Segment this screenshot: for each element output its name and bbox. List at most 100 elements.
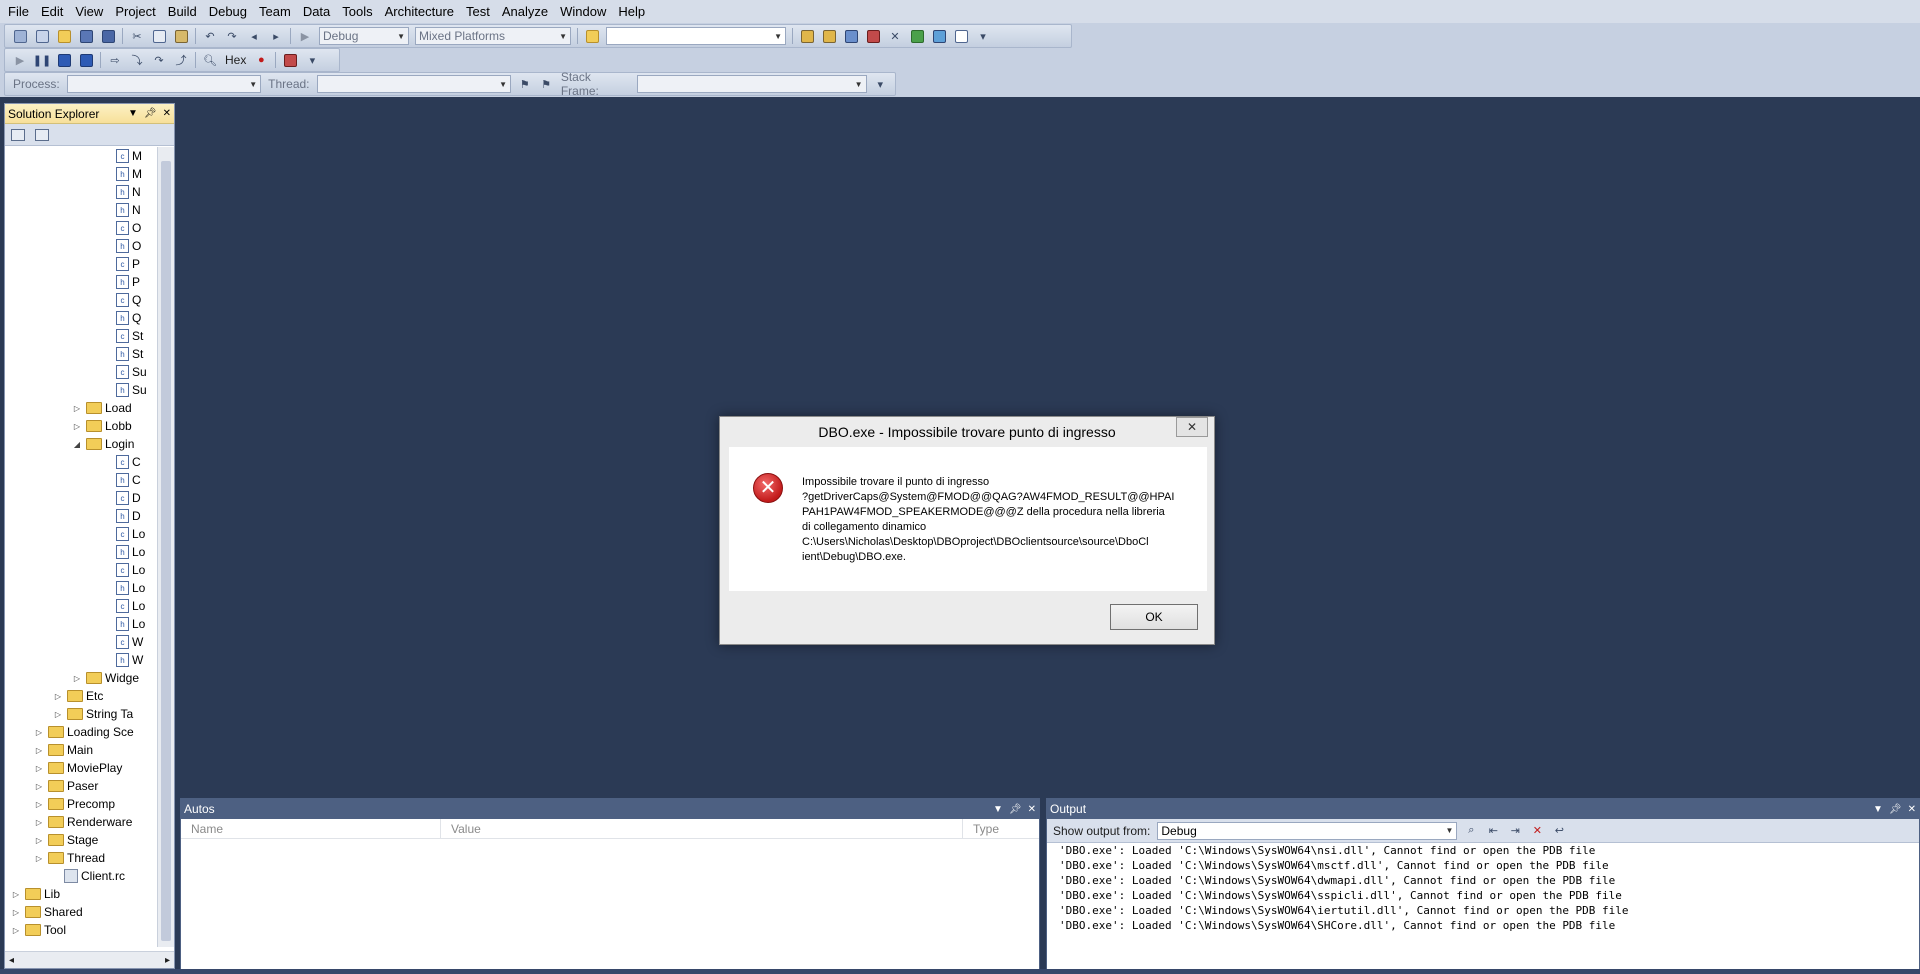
expand-arrow-icon[interactable]: ▷ bbox=[34, 782, 44, 791]
dialog-close-button[interactable]: ✕ bbox=[1176, 417, 1208, 437]
toolbar-options-button[interactable]: ▾ bbox=[302, 51, 322, 69]
save-all-button[interactable] bbox=[98, 27, 118, 45]
tree-file[interactable]: c Su bbox=[102, 363, 147, 381]
menu-file[interactable]: File bbox=[2, 0, 35, 23]
solution-explorer-horizontal-scrollbar[interactable]: ◂ ▸ bbox=[5, 951, 174, 968]
menu-help[interactable]: Help bbox=[612, 0, 651, 23]
show-output-from-select[interactable]: Debug ▼ bbox=[1157, 821, 1458, 840]
tree-file[interactable]: cW bbox=[102, 633, 143, 651]
windows-dropdown-button[interactable] bbox=[280, 51, 300, 69]
tree-folder[interactable]: ▷ Lobb bbox=[72, 417, 132, 435]
find-in-files-button[interactable] bbox=[582, 27, 602, 45]
solution-explorer-vertical-scrollbar[interactable] bbox=[157, 147, 174, 947]
open-file-button[interactable] bbox=[54, 27, 74, 45]
tree-file[interactable]: c St bbox=[102, 327, 143, 345]
navigate-forward-button[interactable]: ▸ bbox=[266, 27, 286, 45]
tree-folder[interactable]: ▷ Paser bbox=[34, 777, 98, 795]
tree-file[interactable]: hM bbox=[102, 165, 142, 183]
previous-message-button[interactable]: ⇤ bbox=[1483, 822, 1503, 840]
find-combo[interactable]: ▼ bbox=[606, 27, 786, 45]
toggle-current-thread-flag-button[interactable]: ⚑ bbox=[515, 75, 534, 93]
expand-arrow-icon[interactable]: ▷ bbox=[53, 692, 63, 701]
tree-folder[interactable]: ▷ Stage bbox=[34, 831, 98, 849]
tree-file[interactable]: cC bbox=[102, 453, 141, 471]
step-out-button[interactable]: ⤴ bbox=[171, 51, 191, 69]
scroll-left-icon[interactable]: ◂ bbox=[9, 955, 14, 966]
pin-icon[interactable]: 📌︎ bbox=[1889, 804, 1902, 815]
chevron-down-icon[interactable]: ▼ bbox=[993, 804, 1003, 815]
show-next-statement-button[interactable]: ⇨ bbox=[105, 51, 125, 69]
tree-folder[interactable]: ▷ Lib bbox=[11, 885, 60, 903]
tree-file[interactable]: hO bbox=[102, 237, 141, 255]
save-button[interactable] bbox=[76, 27, 96, 45]
expand-arrow-icon[interactable]: ▷ bbox=[34, 764, 44, 773]
menu-view[interactable]: View bbox=[69, 0, 109, 23]
expand-arrow-icon[interactable]: ▷ bbox=[34, 818, 44, 827]
pin-icon[interactable]: 📌︎ bbox=[1009, 804, 1022, 815]
tree-file[interactable]: h Lo bbox=[102, 579, 145, 597]
expand-arrow-icon[interactable]: ▷ bbox=[34, 728, 44, 737]
properties-button[interactable] bbox=[819, 27, 839, 45]
thread-select[interactable]: ▼ bbox=[316, 75, 511, 93]
extension-manager-button[interactable] bbox=[929, 27, 949, 45]
menu-test[interactable]: Test bbox=[460, 0, 496, 23]
cut-button[interactable]: ✂ bbox=[127, 27, 147, 45]
tree-folder[interactable]: ▷ Etc bbox=[53, 687, 103, 705]
copy-button[interactable] bbox=[149, 27, 169, 45]
column-value[interactable]: Value bbox=[441, 818, 963, 839]
menu-project[interactable]: Project bbox=[109, 0, 161, 23]
ok-button[interactable]: OK bbox=[1110, 604, 1198, 630]
menu-data[interactable]: Data bbox=[297, 0, 336, 23]
tree-folder[interactable]: ▷ Thread bbox=[34, 849, 105, 867]
restart-button[interactable] bbox=[76, 51, 96, 69]
tree-file[interactable]: hN bbox=[102, 183, 141, 201]
step-over-button[interactable]: ↷ bbox=[149, 51, 169, 69]
stop-debugging-button[interactable] bbox=[54, 51, 74, 69]
expand-arrow-icon[interactable]: ▷ bbox=[11, 890, 21, 899]
menu-window[interactable]: Window bbox=[554, 0, 612, 23]
expand-arrow-icon[interactable]: ▷ bbox=[11, 908, 21, 917]
menu-architecture[interactable]: Architecture bbox=[379, 0, 460, 23]
toolbox-button[interactable] bbox=[863, 27, 883, 45]
toolbar-options-button[interactable]: ▾ bbox=[973, 27, 993, 45]
tree-folder[interactable]: ▷ Load bbox=[72, 399, 132, 417]
tree-folder[interactable]: ▷ Renderware bbox=[34, 813, 132, 831]
process-select[interactable]: ▼ bbox=[66, 75, 262, 93]
expand-arrow-icon[interactable]: ▷ bbox=[11, 926, 21, 935]
quickwatch-button[interactable]: 🔍︎ bbox=[200, 51, 220, 69]
menu-team[interactable]: Team bbox=[253, 0, 297, 23]
menu-edit[interactable]: Edit bbox=[35, 0, 69, 23]
close-icon[interactable]: ✕ bbox=[1908, 804, 1916, 815]
add-item-button[interactable] bbox=[32, 27, 52, 45]
break-all-button[interactable]: ❚❚ bbox=[32, 51, 52, 69]
expand-arrow-icon[interactable]: ▷ bbox=[34, 800, 44, 809]
scroll-right-icon[interactable]: ▸ bbox=[165, 955, 170, 966]
tree-folder[interactable]: ▷ Loading Sce bbox=[34, 723, 134, 741]
tree-file[interactable]: c Lo bbox=[102, 525, 145, 543]
tree-file[interactable]: cD bbox=[102, 489, 141, 507]
start-debugging-button[interactable]: ▶ bbox=[295, 27, 315, 45]
tree-file[interactable]: hC bbox=[102, 471, 141, 489]
tree-folder[interactable]: ▷ Main bbox=[34, 741, 93, 759]
tree-folder[interactable]: ▷ String Ta bbox=[53, 705, 133, 723]
column-name[interactable]: Name bbox=[181, 818, 441, 839]
toolbar-options-button[interactable]: ▾ bbox=[871, 75, 890, 93]
tree-file[interactable]: hD bbox=[102, 507, 141, 525]
navigate-backward-button[interactable]: ◂ bbox=[244, 27, 264, 45]
chevron-down-icon[interactable]: ▼ bbox=[1873, 804, 1883, 815]
hex-toggle[interactable]: Hex bbox=[225, 53, 246, 67]
tree-file[interactable]: cM bbox=[102, 147, 142, 165]
expand-arrow-icon[interactable]: ▷ bbox=[34, 746, 44, 755]
expand-arrow-icon[interactable]: ▷ bbox=[53, 710, 63, 719]
close-icon[interactable]: ✕ bbox=[1028, 804, 1036, 815]
command-window-button[interactable] bbox=[951, 27, 971, 45]
tree-file[interactable]: hQ bbox=[102, 309, 141, 327]
tools-button[interactable]: ✕ bbox=[885, 27, 905, 45]
chevron-down-icon[interactable]: ▼ bbox=[128, 108, 138, 119]
solution-explorer-button[interactable] bbox=[797, 27, 817, 45]
close-icon[interactable]: ✕ bbox=[163, 108, 171, 119]
continue-button[interactable]: ▶ bbox=[10, 51, 30, 69]
tree-file[interactable]: hP bbox=[102, 273, 140, 291]
properties-icon[interactable] bbox=[11, 128, 25, 141]
new-project-button[interactable] bbox=[10, 27, 30, 45]
